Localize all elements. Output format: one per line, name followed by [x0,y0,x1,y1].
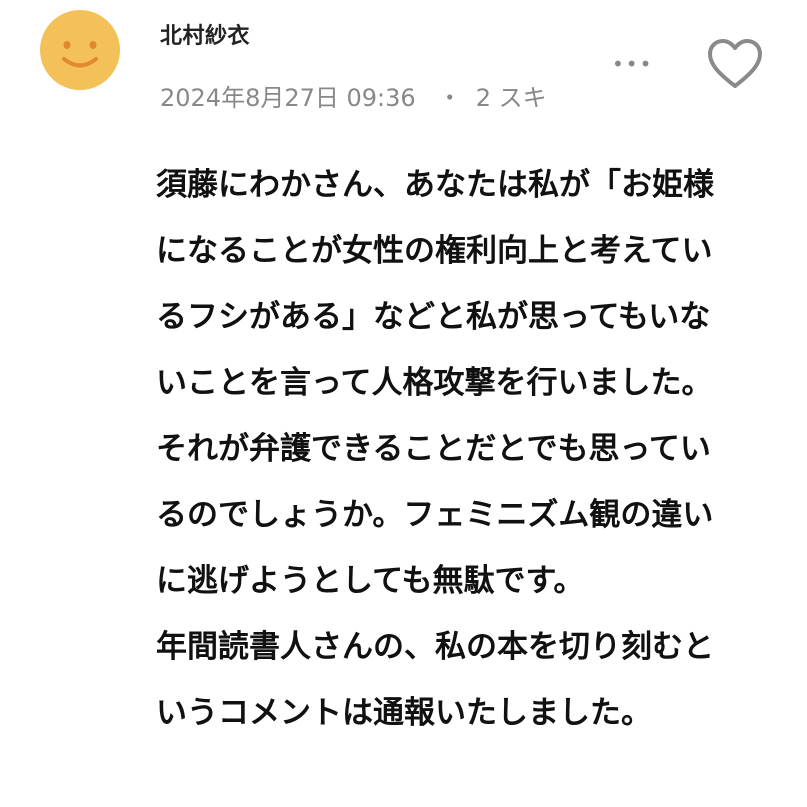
comment-line: 年間読書人さんの、私の本を切り刻むと [156,629,714,665]
comment-line: 須藤にわかさん、あなたは私が「お姫様 [156,167,714,203]
avatar[interactable] [40,10,120,90]
comment-line: るフシがある」などと私が思ってもいな [156,299,711,335]
comment-body: 須藤にわかさん、あなたは私が「お姫様 になることが女性の権利向上と考えてい るフ… [156,152,786,746]
comment-author[interactable]: 北村紗衣 [160,18,250,50]
heart-icon [708,39,762,88]
comment-line: るのでしょうか。フェミニズム観の違い [156,497,714,533]
comment-line: になることが女性の権利向上と考えてい [156,233,713,269]
like-count[interactable]: 2 スキ [476,84,547,112]
like-button[interactable] [706,36,764,94]
comment-line: に逃げようとしても無駄です。 [156,563,585,599]
comment-date: 2024年8月27日 09:36 [160,84,416,112]
comment-line: それが弁護できることだとでも思ってい [156,431,711,467]
more-dots-icon[interactable]: ••• [612,52,653,76]
comment-card: 北村紗衣 2024年8月27日 09:36 ・ 2 スキ ••• 須藤にわかさん、あ… [0,0,807,807]
comment-line: いうコメントは通報いたしました。 [156,695,652,731]
comment-line: いことを言って人格攻撃を行いました。 [156,365,713,401]
smiley-face-icon [62,41,98,68]
meta-separator: ・ [437,84,462,112]
comment-meta: 2024年8月27日 09:36 ・ 2 スキ [160,78,547,113]
